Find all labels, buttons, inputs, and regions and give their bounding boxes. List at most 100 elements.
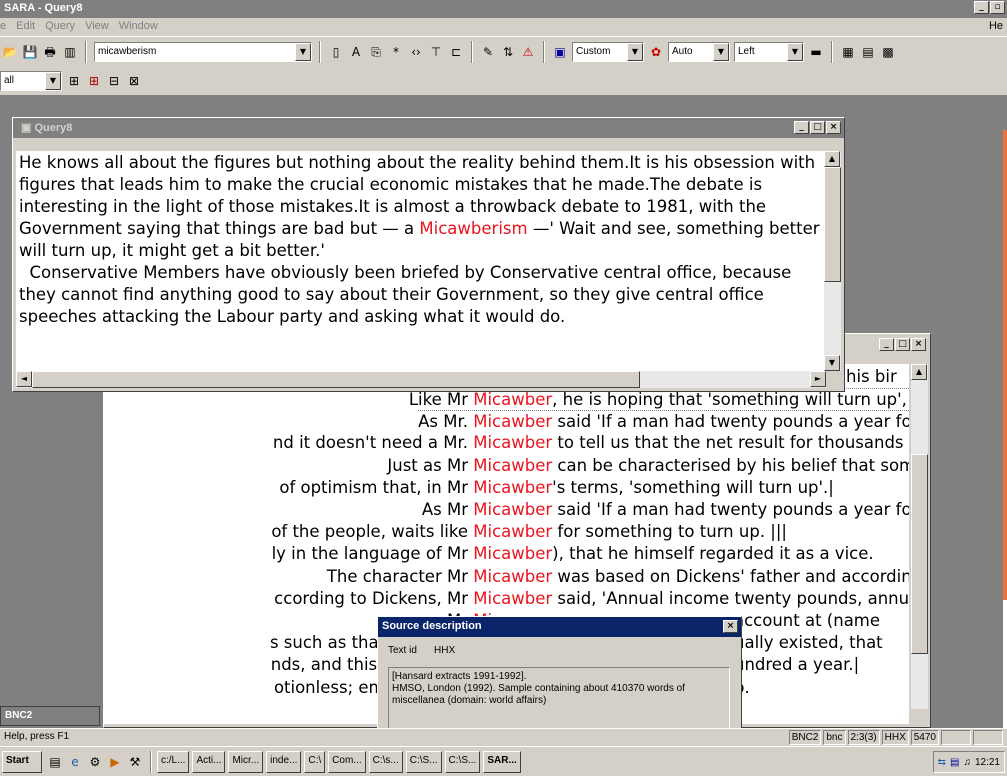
menu-help[interactable]: He [989,20,1003,32]
menu-edit[interactable]: Edit [16,20,35,36]
menu-window[interactable]: Window [119,20,158,36]
query-text[interactable]: He knows all about the figures but nothi… [16,151,826,371]
keyword-hit[interactable]: Micawber [473,544,552,563]
scroll-left-icon[interactable]: ◄ [16,371,32,387]
taskbar-item[interactable]: inde... [266,750,302,773]
concordance-scrollbar[interactable]: ▲ [911,364,928,709]
minimize-button[interactable]: _ [974,1,989,14]
text-a-icon[interactable]: A [348,44,364,60]
concordance-line[interactable]: of optimism that, in Mr Micawber's terms… [279,477,834,499]
query-window[interactable]: ▣ Query8 _ □ × He knows all about the fi… [12,117,845,392]
maximize-button[interactable]: □ [895,338,910,351]
filter-down-icon[interactable]: ⊟ [106,73,122,89]
concordance-line[interactable]: of the people, waits like Micawber for s… [271,521,787,543]
scroll-thumb[interactable] [32,371,640,388]
layout-icon[interactable]: ▥ [62,44,78,60]
menu-view[interactable]: View [85,20,109,36]
keyword-hit[interactable]: Micawber [473,478,552,497]
maximize-button[interactable]: □ [810,121,825,134]
star-icon[interactable]: * [388,44,404,60]
media-icon[interactable]: ▶ [107,754,123,770]
concordance-line[interactable]: ccording to Dickens, Mr Micawber said, '… [274,588,909,610]
scope-combo[interactable]: all ▼ [0,70,62,91]
taskbar-item[interactable]: C:\ [304,750,326,773]
keyword-hit[interactable]: Micawber [473,390,552,409]
save-icon[interactable]: 💾 [22,44,38,60]
taskbar-item[interactable]: SAR... [483,750,521,773]
taskbar-item[interactable]: Acti... [192,750,226,773]
concordance-line[interactable]: As Mr Micawber said 'If a man had twenty… [422,499,909,521]
grid-icon[interactable]: ▦ [840,44,856,60]
close-button[interactable]: × [911,338,926,351]
keyword-hit[interactable]: Micawber [473,456,552,475]
scroll-thumb[interactable] [824,167,841,282]
keyword-hit[interactable]: Micawber [473,412,552,431]
scroll-down-icon[interactable]: ▼ [824,355,840,371]
close-button[interactable]: × [723,620,738,633]
vertical-scrollbar[interactable]: ▲ ▼ [824,151,841,371]
copy-icon[interactable]: ⎘ [368,44,384,60]
align-combo[interactable]: Left ▼ [734,41,804,62]
restore-button[interactable]: ▫ [990,1,1005,14]
quicklaunch-icon[interactable]: ⚙ [87,754,103,770]
taskbar-item[interactable]: c:/L... [157,750,190,773]
concordance-line[interactable]: nd it doesn't need a Mr. Micawber to tel… [273,432,909,454]
scroll-up-icon[interactable]: ▲ [911,364,927,380]
scroll-thumb[interactable] [911,454,928,654]
table-icon[interactable]: ▤ [860,44,876,60]
network-icon[interactable]: ⇆ [938,757,946,768]
warning-icon[interactable]: ⚠ [520,44,536,60]
concordance-line[interactable]: ly in the language of Mr Micawber), that… [272,543,874,565]
horizontal-scrollbar[interactable]: ◄ ► [16,371,826,388]
taskbar-item[interactable]: Micr... [228,750,264,773]
menu-query[interactable]: Query [45,20,75,36]
sort-icon[interactable]: ⇅ [500,44,516,60]
taskbar-item[interactable]: Com... [328,750,366,773]
filter-clear-icon[interactable]: ⊠ [126,73,142,89]
align-icon[interactable]: ⊏ [448,44,464,60]
concordance-line[interactable]: As Mr. Micawber said 'If a man had twent… [418,410,909,432]
tool-icon[interactable]: ⚒ [127,754,143,770]
desktop-icon[interactable]: ▤ [47,754,63,770]
tag-icon[interactable]: ‹› [408,44,424,60]
concordance-line[interactable]: The character Mr Micawber was based on D… [327,566,909,588]
minimized-window[interactable]: BNC2 [0,706,100,726]
volume-icon[interactable]: ♫ [963,757,971,768]
chevron-down-icon[interactable]: ▼ [45,71,61,90]
concordance-line[interactable]: Just as Mr Micawber can be characterised… [387,455,909,477]
chart-icon[interactable]: ▩ [880,44,896,60]
start-button[interactable]: Start [2,750,42,773]
query-combo[interactable]: micawberism ▼ [94,41,312,62]
browser-icon[interactable]: e [67,754,83,770]
menu-file[interactable]: e [0,20,6,36]
size-combo[interactable]: Auto ▼ [668,41,730,62]
display-mode-combo[interactable]: Custom ▼ [572,41,644,62]
language-icon[interactable]: ▤ [950,757,959,768]
comment-icon[interactable]: ▬ [808,44,824,60]
collocate-icon[interactable]: ⊤ [428,44,444,60]
keyword-hit[interactable]: Micawber [473,589,552,608]
keyword-hit[interactable]: Micawber [473,522,552,541]
open-icon[interactable]: 📂 [2,44,18,60]
keyword-hit[interactable]: Micawberism [419,219,527,238]
minimize-button[interactable]: _ [794,121,809,134]
page-icon[interactable]: ▯ [328,44,344,60]
taskbar-item[interactable]: C:\S... [444,750,481,773]
chevron-down-icon[interactable]: ▼ [627,42,643,61]
keyword-hit[interactable]: Micawber [473,500,552,519]
taskbar-item[interactable]: C:\S... [405,750,442,773]
chevron-down-icon[interactable]: ▼ [787,42,803,61]
print-icon[interactable]: 🖶 [42,44,58,60]
display-icon[interactable]: ▣ [552,44,568,60]
chevron-down-icon[interactable]: ▼ [295,42,311,61]
color-icon[interactable]: ✿ [648,44,664,60]
keyword-hit[interactable]: Micawber [473,433,552,452]
scroll-right-icon[interactable]: ► [810,371,826,387]
taskbar-item[interactable]: C:\s... [368,750,403,773]
minimize-button[interactable]: _ [879,338,894,351]
chevron-down-icon[interactable]: ▼ [713,42,729,61]
keyword-hit[interactable]: Micawber [473,567,552,586]
filter-red-icon[interactable]: ⊞ [86,73,102,89]
scroll-up-icon[interactable]: ▲ [824,151,840,167]
close-button[interactable]: × [826,121,841,134]
